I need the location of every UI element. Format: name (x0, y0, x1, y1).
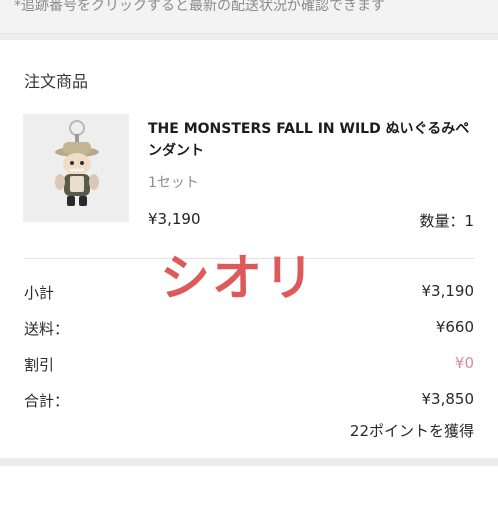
watermark-text: シオリ (160, 249, 316, 307)
shipping-row: 送料： ¥660 (24, 318, 474, 342)
shipping-value: ¥660 (435, 318, 474, 336)
product-variant: 1セット (148, 175, 199, 191)
subtotal-value: ¥3,190 (421, 282, 475, 300)
section-title: 注文商品 (24, 72, 89, 91)
total-label: 合計： (24, 392, 70, 410)
product-quantity: 数量：1 (419, 212, 474, 230)
discount-label: 割引 (24, 356, 55, 374)
discount-value: ¥0 (454, 354, 474, 372)
product-image[interactable] (23, 114, 129, 222)
subtotal-label: 小計 (24, 284, 55, 302)
product-price: ¥3,190 (148, 210, 201, 228)
total-value: ¥3,850 (421, 390, 475, 408)
tracking-note: *追跡番号をクリックすると最新の配送状況が確認できます (0, 0, 498, 34)
shipping-label: 送料： (24, 320, 70, 338)
total-row: 合計： ¥3,850 (24, 390, 474, 414)
discount-row: 割引 ¥0 (24, 354, 474, 378)
order-items-card: 注文商品 THE MONSTERS FALL IN WILD ぬいぐるみペンダン… (0, 40, 498, 458)
next-section-card (0, 466, 498, 506)
product-name[interactable]: THE MONSTERS FALL IN WILD ぬいぐるみペンダント (148, 118, 478, 162)
plush-pendant-image (23, 114, 129, 222)
points-earned: 22ポイントを獲得 (349, 422, 474, 440)
